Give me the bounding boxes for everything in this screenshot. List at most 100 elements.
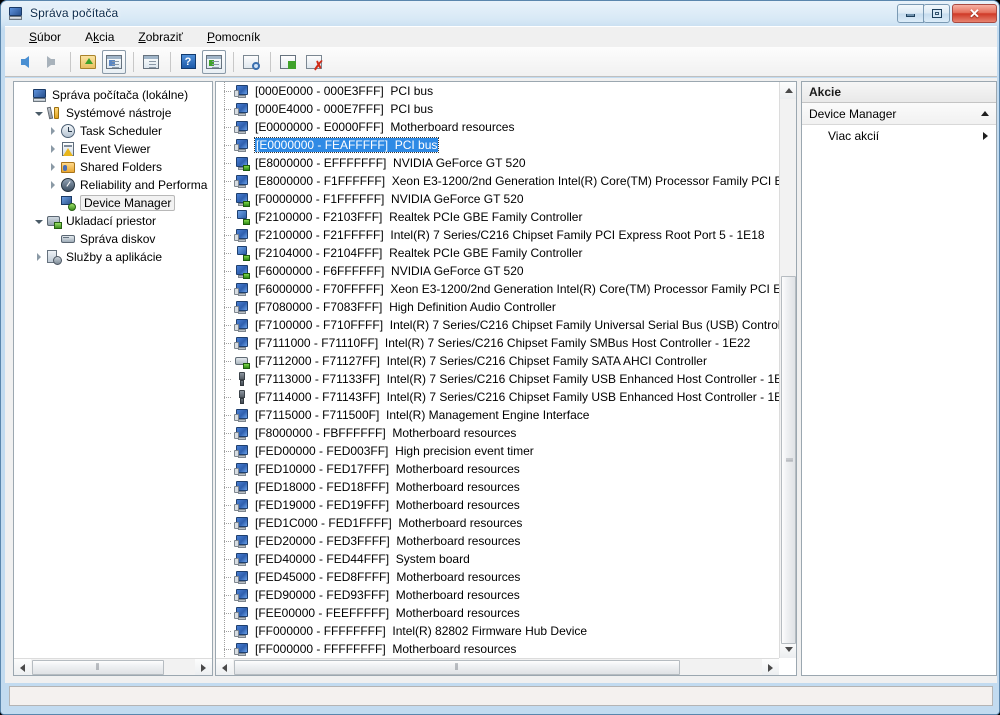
tree-item[interactable]: Device Manager	[16, 194, 212, 212]
resource-row[interactable]: [000E4000 - 000E7FFF] PCI bus	[216, 100, 779, 118]
minimize-button[interactable]	[897, 3, 924, 23]
chevron-down-icon[interactable]	[32, 110, 46, 116]
list-scroll-left-button[interactable]	[216, 659, 233, 675]
uninstall-device-button[interactable]: ✗	[302, 50, 326, 74]
chevron-right-icon[interactable]	[46, 127, 60, 135]
tree-line-icon	[220, 550, 234, 568]
resource-row[interactable]: [F7114000 - F71143FF] Intel(R) 7 Series/…	[216, 388, 779, 406]
resource-list[interactable]: [000E0000 - 000E3FFF] PCI bus [000E4000 -…	[216, 82, 779, 658]
list-scroll-thumb[interactable]: ⦀	[781, 276, 796, 644]
tree-item[interactable]: Reliability and Performa	[16, 176, 212, 194]
menu-akcia[interactable]: Akcia	[75, 28, 124, 46]
properties-button[interactable]	[139, 50, 163, 74]
chevron-right-icon[interactable]	[46, 181, 60, 189]
resource-row[interactable]: [F7115000 - F711500F] Intel(R) Managemen…	[216, 406, 779, 424]
resource-range: [FED45000 - FED8FFFF]	[255, 570, 390, 584]
tree-line-icon	[220, 514, 234, 532]
resource-row[interactable]: [FED10000 - FED17FFF] Motherboard resour…	[216, 460, 779, 478]
resource-row[interactable]: [FED90000 - FED93FFF] Motherboard resour…	[216, 586, 779, 604]
pci-bus-icon	[234, 641, 250, 657]
resource-row[interactable]: [F0000000 - F1FFFFFF] NVIDIA GeForce GT …	[216, 190, 779, 208]
actions-group-device-manager[interactable]: Device Manager	[802, 103, 996, 125]
resource-row[interactable]: [FED19000 - FED19FFF] Motherboard resour…	[216, 496, 779, 514]
list-horizontal-scrollbar[interactable]: ⦀	[216, 658, 779, 675]
tree-item[interactable]: Správa počítača (lokálne)	[16, 86, 212, 104]
caret-up-icon[interactable]	[981, 111, 989, 116]
tree-item[interactable]: Správa diskov	[16, 230, 212, 248]
resource-row[interactable]: [FED00000 - FED003FF] High precision eve…	[216, 442, 779, 460]
resource-row[interactable]: [E0000000 - FEAFFFFF] PCI bus	[216, 136, 779, 154]
tree-horizontal-scrollbar[interactable]: ⦀	[14, 658, 212, 675]
resource-row[interactable]: [FF000000 - FFFFFFFF] Motherboard resour…	[216, 640, 779, 658]
tree-scroll-thumb[interactable]: ⦀	[32, 660, 164, 675]
resource-row[interactable]: [FED18000 - FED18FFF] Motherboard resour…	[216, 478, 779, 496]
tree-line-icon	[220, 82, 234, 100]
menu-pomocnik[interactable]: Pomocník	[197, 28, 270, 46]
resource-row[interactable]: [F2100000 - F21FFFFF] Intel(R) 7 Series/…	[216, 226, 779, 244]
tree-scroll-left-button[interactable]	[14, 659, 31, 675]
show-hide-console-tree-button[interactable]	[102, 49, 126, 74]
resource-row[interactable]: [F6000000 - F70FFFFF] Xeon E3-1200/2nd G…	[216, 280, 779, 298]
resource-row[interactable]: [FF000000 - FFFFFFFF] Intel(R) 82802 Fir…	[216, 622, 779, 640]
resource-row[interactable]: [F7100000 - F710FFFF] Intel(R) 7 Series/…	[216, 316, 779, 334]
list-scroll-right-button[interactable]	[762, 659, 779, 675]
resource-row[interactable]: [FED20000 - FED3FFFF] Motherboard resour…	[216, 532, 779, 550]
chevron-right-icon[interactable]	[32, 253, 46, 261]
resource-row[interactable]: [E8000000 - EFFFFFFF] NVIDIA GeForce GT …	[216, 154, 779, 172]
resource-row[interactable]: [FED40000 - FED44FFF] System board	[216, 550, 779, 568]
caret-right-icon[interactable]	[983, 131, 988, 140]
menu-subor[interactable]: Súbor	[19, 28, 71, 46]
list-vertical-scrollbar[interactable]: ⦀	[779, 82, 796, 658]
tree-item[interactable]: Ukladací priestor	[16, 212, 212, 230]
resource-device-name: Realtek PCIe GBE Family Controller	[389, 246, 583, 260]
tree-item[interactable]: Systémové nástroje	[16, 104, 212, 122]
tree-item[interactable]: Event Viewer	[16, 140, 212, 158]
list-scroll-thumb-h[interactable]: ⦀	[234, 660, 680, 675]
resource-row[interactable]: [F7113000 - F71133FF] Intel(R) 7 Series/…	[216, 370, 779, 388]
tree-line-icon	[220, 370, 234, 388]
resource-row[interactable]: [FED1C000 - FED1FFFF] Motherboard resour…	[216, 514, 779, 532]
show-hide-action-pane-button[interactable]	[202, 49, 226, 74]
maximize-button[interactable]	[923, 3, 950, 23]
title-bar[interactable]: Správa počítača ✕	[1, 1, 999, 25]
tree-line-icon	[220, 640, 234, 658]
action-item[interactable]: Viac akcií	[802, 125, 996, 146]
resource-row-text: [F7114000 - F71143FF] Intel(R) 7 Series/…	[255, 390, 779, 404]
resource-row[interactable]: [F2100000 - F2103FFF] Realtek PCIe GBE F…	[216, 208, 779, 226]
scan-for-hardware-changes-button[interactable]	[239, 50, 263, 74]
resource-range: [F7113000 - F71133FF]	[255, 372, 380, 386]
up-one-level-button[interactable]	[76, 50, 100, 74]
resource-row[interactable]: [000E0000 - 000E3FFF] PCI bus	[216, 82, 779, 100]
resource-row[interactable]: [F6000000 - F6FFFFFF] NVIDIA GeForce GT …	[216, 262, 779, 280]
chevron-down-icon[interactable]	[32, 218, 46, 224]
resource-row[interactable]: [F7112000 - F71127FF] Intel(R) 7 Series/…	[216, 352, 779, 370]
console-tree[interactable]: Správa počítača (lokálne) Systémové nástr…	[14, 82, 212, 658]
help-button[interactable]: ?	[176, 50, 200, 74]
resource-range: [FED19000 - FED19FFF]	[255, 498, 390, 512]
resource-row[interactable]: [F7080000 - F7083FFF] High Definition Au…	[216, 298, 779, 316]
resource-row[interactable]: [E8000000 - F1FFFFFF] Xeon E3-1200/2nd G…	[216, 172, 779, 190]
list-scroll-up-button[interactable]	[780, 82, 796, 99]
tree-item[interactable]: Shared Folders	[16, 158, 212, 176]
update-driver-button[interactable]	[276, 50, 300, 74]
resource-row[interactable]: [F2104000 - F2104FFF] Realtek PCIe GBE F…	[216, 244, 779, 262]
arrow-right-icon	[201, 663, 206, 672]
resource-row[interactable]: [FED45000 - FED8FFFF] Motherboard resour…	[216, 568, 779, 586]
resource-row[interactable]: [F7111000 - F71110FF] Intel(R) 7 Series/…	[216, 334, 779, 352]
chevron-right-icon[interactable]	[46, 145, 60, 153]
close-button[interactable]: ✕	[952, 3, 997, 23]
tree-item[interactable]: Služby a aplikácie	[16, 248, 212, 266]
usb-controller-icon	[234, 389, 250, 405]
pci-bus-icon	[234, 281, 250, 297]
chevron-right-icon[interactable]	[46, 163, 60, 171]
tree-item[interactable]: Task Scheduler	[16, 122, 212, 140]
resource-row[interactable]: [E0000000 - E0000FFF] Motherboard resour…	[216, 118, 779, 136]
forward-button[interactable]	[39, 50, 63, 74]
network-adapter-icon	[234, 245, 250, 261]
back-button[interactable]	[13, 50, 37, 74]
resource-device-name: Xeon E3-1200/2nd Generation Intel(R) Cor…	[390, 282, 779, 296]
resource-row[interactable]: [FEE00000 - FEEFFFFF] Motherboard resour…	[216, 604, 779, 622]
resource-row[interactable]: [F8000000 - FBFFFFFF] Motherboard resour…	[216, 424, 779, 442]
menu-zobrazit[interactable]: Zobraziť	[128, 28, 193, 46]
tree-scroll-right-button[interactable]	[195, 659, 212, 675]
